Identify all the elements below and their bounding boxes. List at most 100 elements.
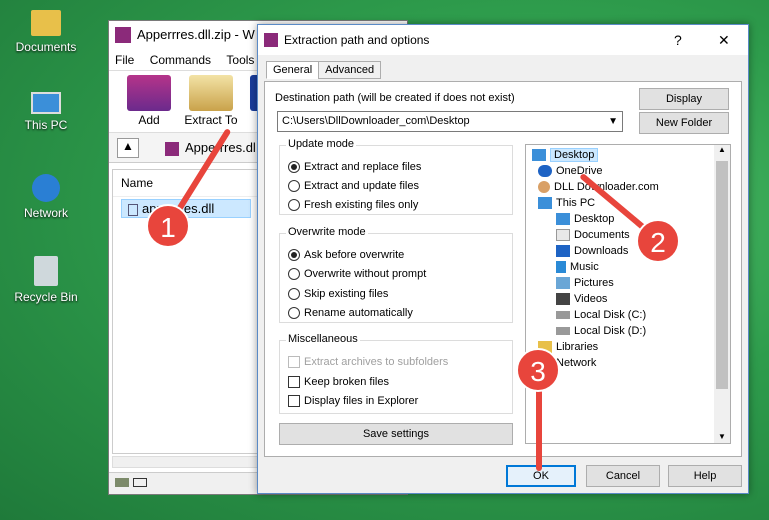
chevron-down-icon[interactable]: ▼ <box>608 112 618 131</box>
radio-icon <box>288 307 300 320</box>
update-mode-label: Update mode <box>286 138 357 150</box>
desktop-folder-icon <box>532 149 546 162</box>
winrar-icon <box>115 27 131 43</box>
tree-item-downloads[interactable]: Downloads <box>556 243 628 259</box>
pictures-icon <box>556 277 570 290</box>
new-folder-button[interactable]: New Folder <box>639 112 729 134</box>
tab-general[interactable]: General <box>266 61 320 79</box>
winrar-icon <box>264 33 278 47</box>
destination-path-input[interactable]: C:\Users\DllDownloader_com\Desktop ▼ <box>277 111 623 132</box>
radio-icon <box>288 161 300 174</box>
folder-icon <box>31 10 61 36</box>
radio-ask-before[interactable]: Ask before overwrite <box>288 248 404 264</box>
radio-skip-existing[interactable]: Skip existing files <box>288 287 388 303</box>
checkbox-icon <box>288 376 300 389</box>
radio-icon <box>288 180 300 193</box>
overwrite-mode-group: Overwrite mode Ask before overwrite Over… <box>279 226 513 323</box>
help-title-button[interactable]: ? <box>674 25 682 55</box>
tree-item-local-disk-c[interactable]: Local Disk (C:) <box>556 307 646 323</box>
menu-commands[interactable]: Commands <box>150 53 211 67</box>
tree-item-documents[interactable]: Documents <box>556 227 630 243</box>
tree-item-local-disk-d[interactable]: Local Disk (D:) <box>556 323 646 339</box>
desktop-icon-label: Documents <box>15 40 77 54</box>
radio-icon <box>288 288 300 301</box>
desktop-icon-recycle-bin[interactable]: Recycle Bin <box>6 256 86 304</box>
radio-icon <box>288 249 300 262</box>
checkbox-icon <box>288 356 300 369</box>
add-icon <box>127 75 171 111</box>
menu-tools[interactable]: Tools <box>226 53 254 67</box>
documents-icon <box>556 229 570 242</box>
download-arrow-icon <box>556 245 570 258</box>
radio-icon <box>288 268 300 281</box>
music-icon <box>556 261 566 274</box>
radio-rename-auto[interactable]: Rename automatically <box>288 306 413 322</box>
scroll-up-icon[interactable]: ▲ <box>714 145 730 154</box>
up-folder-button[interactable]: ▲ <box>117 138 139 158</box>
tree-item-music[interactable]: Music <box>556 259 599 275</box>
disk-icon <box>556 311 570 320</box>
computer-icon <box>538 197 552 210</box>
desktop-icon-this-pc[interactable]: This PC <box>6 92 86 132</box>
save-settings-button[interactable]: Save settings <box>279 423 513 445</box>
destination-label: Destination path (will be created if doe… <box>275 92 515 104</box>
radio-icon <box>288 199 300 212</box>
disk-icon <box>556 327 570 336</box>
drive-icon <box>115 478 129 487</box>
extraction-dialog: Extraction path and options ? ✕ General A… <box>257 24 749 494</box>
dialog-title-bar: Extraction path and options ? ✕ <box>258 25 748 55</box>
computer-icon <box>31 92 61 114</box>
close-icon[interactable]: ✕ <box>718 25 730 55</box>
cloud-icon <box>538 165 552 178</box>
tab-advanced[interactable]: Advanced <box>318 61 382 79</box>
checkbox-extract-subfolders: Extract archives to subfolders <box>288 355 448 371</box>
radio-overwrite-without[interactable]: Overwrite without prompt <box>288 267 426 283</box>
desktop-icon-documents[interactable]: Documents <box>6 10 86 54</box>
tree-item-onedrive[interactable]: OneDrive <box>538 163 602 179</box>
tree-scrollbar[interactable]: ▲ ▼ <box>714 145 730 443</box>
dialog-title: Extraction path and options <box>284 33 430 47</box>
annotation-badge-2: 2 <box>636 219 680 263</box>
tree-item-pictures[interactable]: Pictures <box>556 275 614 291</box>
globe-icon <box>32 174 60 202</box>
desktop-icon-network[interactable]: Network <box>6 174 86 220</box>
extract-to-button[interactable]: Extract To <box>179 71 243 127</box>
scroll-down-icon[interactable]: ▼ <box>714 432 730 441</box>
annotation-badge-1: 1 <box>146 204 190 248</box>
help-button[interactable]: Help <box>668 465 742 487</box>
checkbox-keep-broken[interactable]: Keep broken files <box>288 375 389 391</box>
up-arrow-icon: ▲ <box>122 139 134 153</box>
general-panel: Destination path (will be created if doe… <box>264 81 742 457</box>
radio-extract-update[interactable]: Extract and update files <box>288 179 419 195</box>
annotation-arrow-3 <box>536 383 542 471</box>
videos-icon <box>556 293 570 306</box>
display-button[interactable]: Display <box>639 88 729 110</box>
tree-item-pc-desktop[interactable]: Desktop <box>556 211 614 227</box>
desktop-folder-icon <box>556 213 570 226</box>
misc-group: Miscellaneous Extract archives to subfol… <box>279 333 513 414</box>
desktop-icon-label: This PC <box>24 118 68 132</box>
recycle-bin-icon <box>34 256 58 286</box>
checkbox-display-explorer[interactable]: Display files in Explorer <box>288 394 418 410</box>
radio-extract-replace[interactable]: Extract and replace files <box>288 160 421 176</box>
key-icon <box>133 478 147 487</box>
cancel-button[interactable]: Cancel <box>586 465 660 487</box>
tree-item-this-pc[interactable]: This PC <box>538 195 595 211</box>
overwrite-mode-label: Overwrite mode <box>286 226 368 238</box>
radio-fresh-existing[interactable]: Fresh existing files only <box>288 198 418 214</box>
add-button[interactable]: Add <box>121 71 177 127</box>
misc-label: Miscellaneous <box>286 333 360 345</box>
checkbox-icon <box>288 395 300 408</box>
desktop-icon-label: Network <box>23 206 68 220</box>
tree-item-videos[interactable]: Videos <box>556 291 607 307</box>
annotation-badge-3: 3 <box>516 348 560 392</box>
archive-icon <box>165 141 179 156</box>
user-icon <box>538 181 550 194</box>
menu-file[interactable]: File <box>115 53 134 67</box>
scroll-thumb[interactable] <box>716 161 728 389</box>
folder-tree: Desktop OneDrive DLL Downloader.com This… <box>525 144 731 444</box>
tab-strip: General Advanced <box>266 61 382 81</box>
extract-to-icon <box>189 75 233 111</box>
file-icon <box>128 203 138 216</box>
tree-item-desktop[interactable]: Desktop <box>532 147 599 163</box>
